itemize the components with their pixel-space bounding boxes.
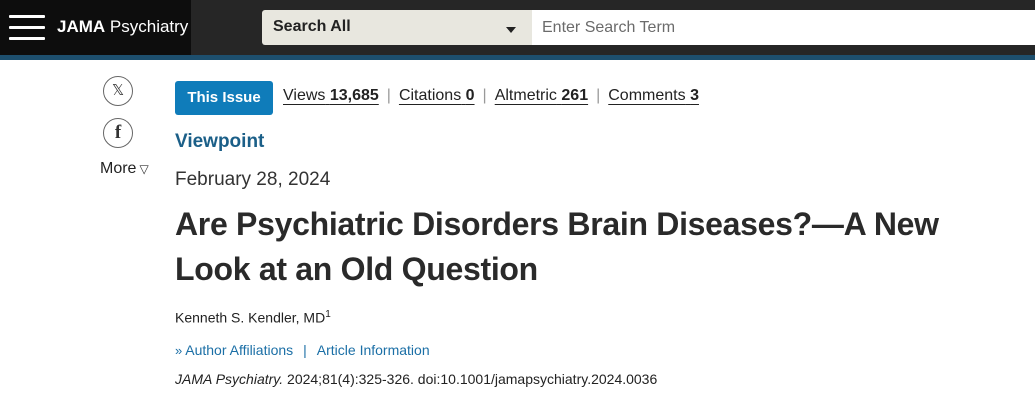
article-information-link[interactable]: Article Information — [317, 342, 430, 358]
this-issue-button[interactable]: This Issue — [175, 81, 273, 115]
top-navigation-bar: JAMA Psychiatry Search All — [0, 0, 1035, 55]
article-category[interactable]: Viewpoint — [175, 131, 264, 153]
metric-separator: | — [482, 87, 487, 104]
article-citation: JAMA Psychiatry. 2024;81(4):325-326. doi… — [175, 371, 657, 387]
citation-details: 2024;81(4):325-326. doi:10.1001/jamapsyc… — [283, 371, 658, 387]
search-input[interactable] — [532, 10, 1035, 45]
article-title: Are Psychiatric Disorders Brain Diseases… — [175, 206, 939, 287]
search-scope-select[interactable]: Search All — [262, 10, 532, 45]
more-share-button[interactable]: More ▽ — [100, 160, 149, 178]
author-name[interactable]: Kenneth S. Kendler, MD — [175, 310, 325, 326]
brand-block: JAMA Psychiatry — [0, 0, 191, 55]
chevron-down-icon — [506, 27, 516, 33]
menu-icon[interactable] — [9, 14, 45, 40]
views-metric[interactable]: Views 13,685 — [283, 87, 379, 105]
comments-metric[interactable]: Comments 3 — [608, 87, 699, 105]
citations-metric[interactable]: Citations 0 — [399, 87, 475, 105]
author-line: Kenneth S. Kendler, MD1 — [175, 309, 331, 326]
author-affiliation-marker[interactable]: 1 — [325, 309, 331, 320]
author-affiliations-link[interactable]: » Author Affiliations — [175, 342, 293, 358]
search-scope-label: Search All — [273, 18, 351, 35]
metric-separator: | — [386, 87, 391, 104]
metric-separator: | — [596, 87, 601, 104]
facebook-icon[interactable]: f — [103, 118, 133, 148]
x-social-icon[interactable]: 𝕏 — [103, 76, 133, 106]
altmetric-metric[interactable]: Altmetric 261 — [495, 87, 588, 105]
publication-date: February 28, 2024 — [175, 169, 331, 190]
article-metrics: Views 13,685 | Citations 0 | Altmetric 261 | C… — [283, 87, 699, 105]
triangle-down-icon: ▽ — [139, 162, 149, 176]
article-links: » Author Affiliations | Article Information — [175, 342, 430, 358]
double-chevron-right-icon: » — [175, 343, 183, 358]
header-accent-line — [0, 55, 1035, 60]
journal-name: JAMA Psychiatry. — [175, 371, 284, 387]
journal-logo[interactable]: JAMA Psychiatry — [57, 17, 188, 37]
more-label: More — [100, 160, 137, 177]
link-separator: | — [303, 342, 307, 358]
